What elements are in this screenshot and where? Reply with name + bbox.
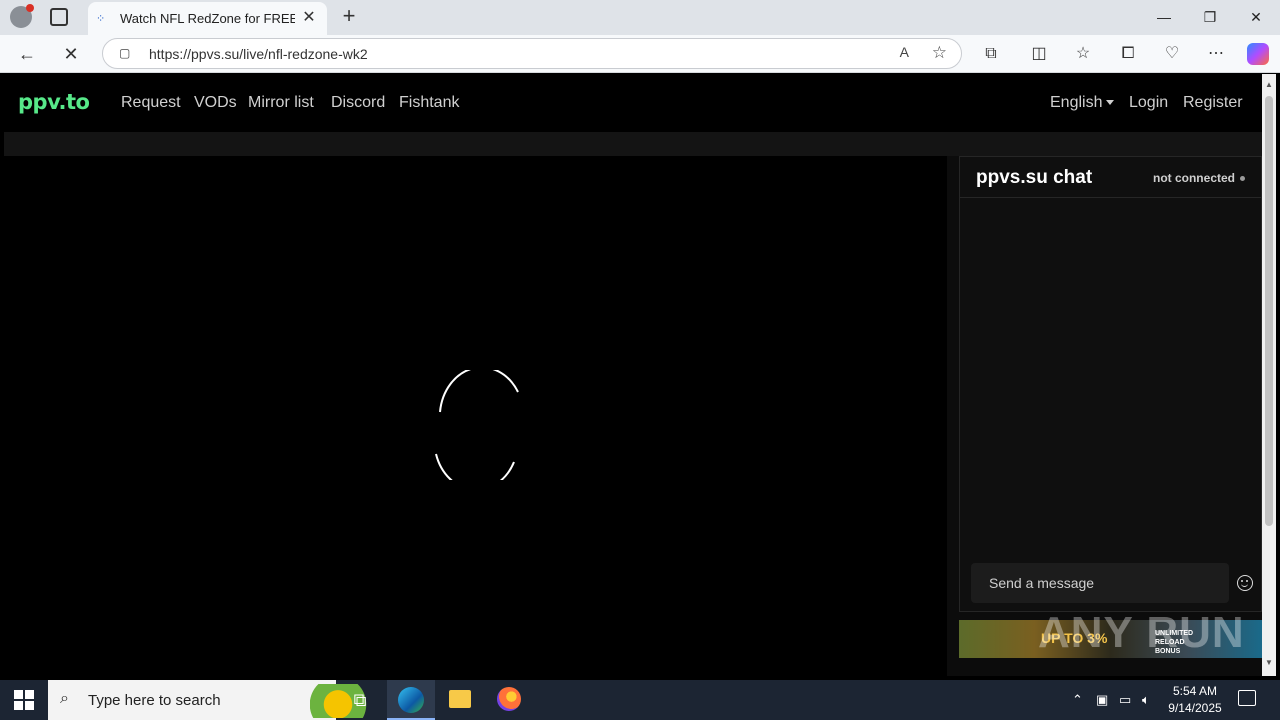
meet-now-icon[interactable]: ▣ (1096, 692, 1108, 708)
windows-start-icon[interactable] (14, 690, 34, 710)
notifications-icon[interactable] (1238, 690, 1256, 706)
edge-icon[interactable] (398, 687, 424, 713)
address-bar[interactable]: ▢ https://ppvs.su/live/nfl-redzone-wk2 A… (102, 38, 962, 69)
watermark: ANY RUN (1038, 608, 1245, 657)
site-logo[interactable]: ppv.to (18, 90, 90, 114)
nav-discord[interactable]: Discord (331, 94, 385, 112)
extensions-icon[interactable]: ⧉ (980, 43, 1002, 65)
browser-tab[interactable]: ⁘ Watch NFL RedZone for FREE on ppv.to ✕ (88, 2, 327, 35)
favorites-icon[interactable]: ☆ (1072, 43, 1094, 65)
favorite-icon[interactable]: ☆ (932, 43, 947, 63)
language-dropdown[interactable]: English (1050, 94, 1115, 112)
video-player[interactable] (4, 156, 947, 676)
stop-icon[interactable]: ✕ (58, 41, 84, 67)
back-icon[interactable]: ← (14, 41, 40, 67)
profile-icon[interactable] (10, 4, 34, 28)
network-icon[interactable]: ▭ (1119, 692, 1131, 708)
taskbar-search[interactable]: ⌕ Type here to search (48, 680, 380, 720)
chat-title: ppvs.su chat (976, 167, 1093, 188)
header-strip (4, 132, 1262, 156)
search-icon: ⌕ (60, 690, 69, 707)
chat-panel: ppvs.su chat not connected (959, 156, 1262, 612)
search-placeholder: Type here to search (88, 692, 221, 709)
chat-message-input[interactable] (971, 563, 1229, 603)
chevron-down-icon (1106, 100, 1115, 106)
taskbar: ⌕ Type here to search ⧉ ⌃ ▣ ▭ 🔈︎ 5:54 AM… (0, 680, 1280, 720)
tab-close-icon[interactable]: ✕ (299, 8, 319, 28)
firefox-icon[interactable] (497, 687, 521, 711)
clock-date: 9/14/2025 (1168, 701, 1222, 715)
scroll-up-icon[interactable]: ▲ (1264, 80, 1274, 90)
register-link[interactable]: Register (1183, 94, 1243, 112)
page-scrollbar[interactable]: ▲ ▼ (1262, 74, 1276, 676)
nav-mirror-list[interactable]: Mirror list (248, 94, 314, 112)
file-explorer-icon[interactable] (449, 690, 471, 708)
read-aloud-icon[interactable]: A (900, 44, 909, 60)
tab-title: Watch NFL RedZone for FREE on ppv.to (120, 11, 295, 26)
scroll-down-icon[interactable]: ▼ (1264, 658, 1274, 668)
minimize-button[interactable]: — (1141, 0, 1187, 35)
close-window-button[interactable]: ✕ (1233, 0, 1279, 35)
login-link[interactable]: Login (1129, 94, 1168, 112)
chat-header: ppvs.su chat not connected (960, 157, 1261, 198)
url-text[interactable]: https://ppvs.su/live/nfl-redzone-wk2 (149, 46, 368, 62)
tab-actions-icon[interactable] (50, 8, 68, 26)
split-screen-icon[interactable]: ◫ (1028, 43, 1050, 65)
show-hidden-icons-icon[interactable]: ⌃ (1072, 692, 1083, 708)
nav-vods[interactable]: VODs (194, 94, 237, 112)
system-clock[interactable]: 5:54 AM 9/14/2025 (1160, 683, 1230, 717)
new-tab-button[interactable]: + (338, 5, 360, 27)
restore-button[interactable]: ❐ (1187, 0, 1233, 35)
volume-icon[interactable]: 🔈︎ (1142, 692, 1150, 708)
scroll-thumb[interactable] (1265, 96, 1273, 526)
browser-essentials-icon[interactable]: ♡ (1161, 43, 1183, 65)
site-header: ppv.to Request VODs Mirror list Discord … (4, 74, 1262, 132)
copilot-icon[interactable] (1247, 43, 1269, 65)
clock-time: 5:54 AM (1172, 684, 1218, 698)
web-page: ppv.to Request VODs Mirror list Discord … (4, 74, 1262, 676)
status-dot-icon (1240, 176, 1245, 181)
site-info-icon[interactable]: ▢ (119, 46, 133, 60)
emoji-icon[interactable] (1237, 575, 1253, 591)
browser-tab-bar: ⁘ Watch NFL RedZone for FREE on ppv.to ✕… (0, 0, 1280, 35)
task-view-icon[interactable]: ⧉ (346, 686, 374, 714)
nav-request[interactable]: Request (121, 94, 181, 112)
chat-status: not connected (1152, 171, 1235, 185)
browser-toolbar: ← ✕ ▢ https://ppvs.su/live/nfl-redzone-w… (0, 35, 1280, 73)
language-label: English (1050, 94, 1103, 111)
loading-spinner-icon (435, 370, 519, 480)
loading-icon: ⁘ (96, 13, 106, 25)
collections-icon[interactable]: ⧠ (1117, 43, 1139, 65)
nav-fishtank[interactable]: Fishtank (399, 94, 459, 112)
more-icon[interactable]: ⋯ (1205, 43, 1227, 65)
